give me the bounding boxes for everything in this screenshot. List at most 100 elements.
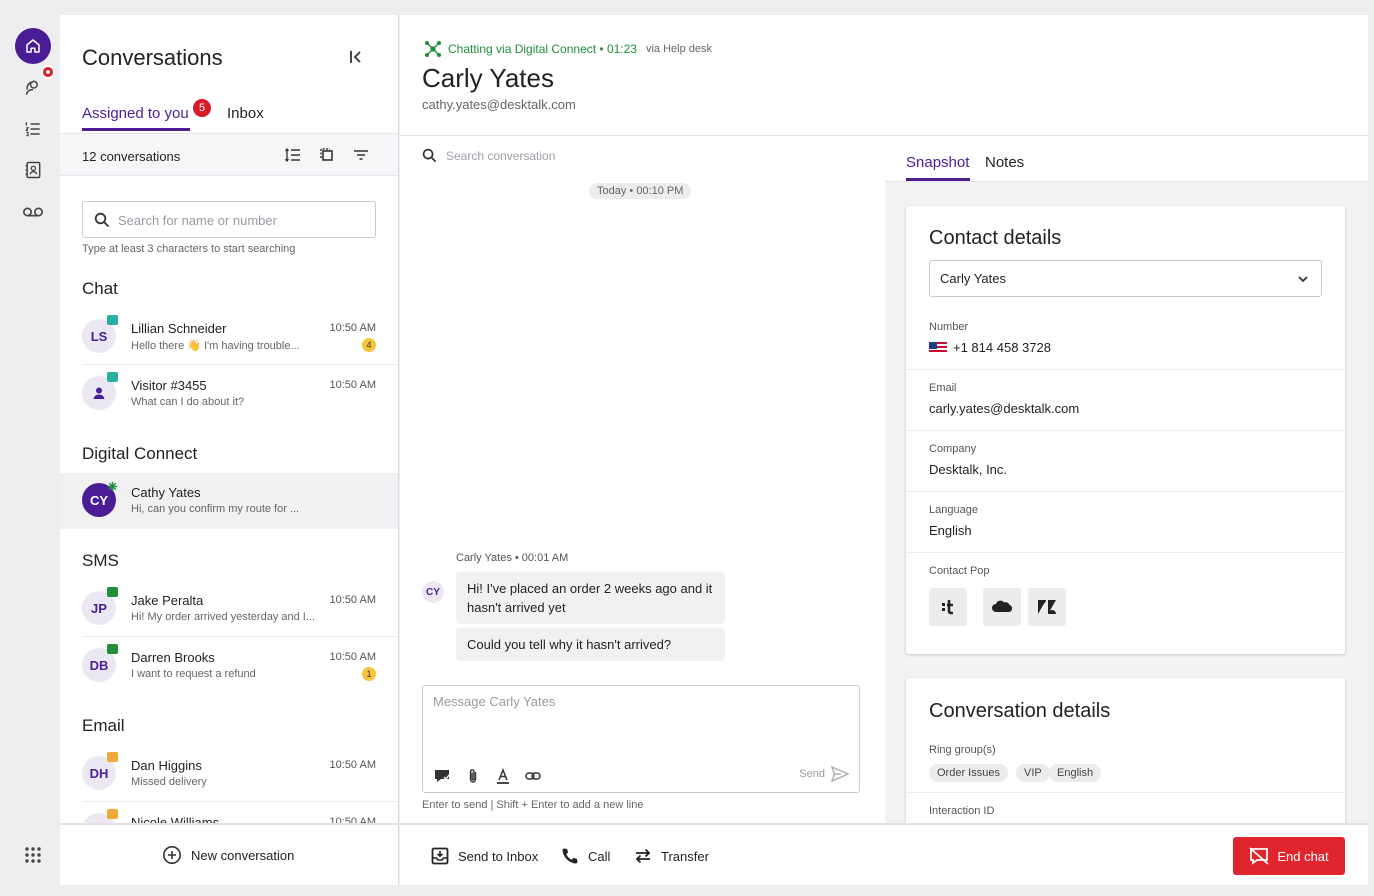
message-preview: Missed delivery <box>131 776 207 788</box>
send-to-inbox-label: Send to Inbox <box>458 848 539 864</box>
phone-icon <box>560 846 580 866</box>
contact-select[interactable]: Carly Yates <box>929 260 1322 297</box>
chevron-down-icon <box>1297 273 1309 285</box>
tab-snapshot[interactable]: Snapshot <box>906 154 969 171</box>
field-value: Desktalk, Inc. <box>929 462 1008 477</box>
transfer-button[interactable]: Transfer <box>633 846 709 866</box>
timestamp: 10:50 AM <box>329 594 376 606</box>
date-separator: Today • 00:10 PM <box>589 183 692 199</box>
zendesk-icon[interactable] <box>1028 588 1066 626</box>
timestamp: 10:50 AM <box>329 379 376 391</box>
active-tab-indicator <box>82 128 190 131</box>
conversation-view: Chatting via Digital Connect • 01:23 via… <box>400 15 1368 885</box>
search-icon <box>94 212 110 228</box>
active-tab-indicator <box>906 178 970 181</box>
section-title-email: Email <box>82 716 125 735</box>
message-bubble: Could you tell why it hasn't arrived? <box>456 628 725 661</box>
field-email: Email carly.yates@desktalk.com <box>906 370 1345 431</box>
timestamp: 10:50 AM <box>329 759 376 771</box>
filter-icon[interactable] <box>352 146 370 164</box>
contacts-icon[interactable] <box>15 152 51 188</box>
send-icon <box>831 766 849 782</box>
select-multiple-icon[interactable] <box>318 146 336 164</box>
notification-dot <box>41 65 55 79</box>
digital-connect-icon <box>424 40 442 58</box>
contact-name: Dan Higgins <box>131 758 202 773</box>
divider <box>82 364 398 365</box>
conversations-panel: Conversations Assigned to you 5 Inbox 12… <box>60 15 399 885</box>
queue-icon[interactable] <box>15 111 51 147</box>
new-conversation-label: New conversation <box>191 847 295 863</box>
divider <box>906 792 1345 793</box>
field-contact-pop: Contact Pop <box>906 553 1345 614</box>
field-label: Company <box>929 443 977 455</box>
send-to-inbox-button[interactable]: Send to Inbox <box>430 846 538 866</box>
voicemail-icon[interactable] <box>15 194 51 230</box>
talkdesk-icon[interactable] <box>929 588 967 626</box>
chat-source: via Help desk <box>645 43 713 55</box>
end-chat-label: End chat <box>1277 848 1329 864</box>
send-button[interactable]: Send <box>799 766 849 782</box>
conversation-row[interactable]: LS Lillian Schneider Hello there 👋 I'm h… <box>60 309 398 365</box>
conversations-toolbar: 12 conversations <box>60 133 398 176</box>
text-format-icon[interactable] <box>494 767 512 785</box>
section-title-digital-connect: Digital Connect <box>82 444 198 463</box>
message-meta: Carly Yates • 00:01 AM <box>456 552 569 564</box>
contact-name: Cathy Yates <box>131 485 201 500</box>
card-title: Contact details <box>929 227 1062 249</box>
field-label: Number <box>929 321 969 333</box>
phone-number: +1 814 458 3728 <box>953 340 1051 355</box>
search-conversation-input[interactable] <box>446 147 746 165</box>
contact-name: Visitor #3455 <box>131 378 207 393</box>
conversation-row[interactable]: Visitor #3455 What can I do about it? 10… <box>60 366 398 422</box>
contact-name: Lillian Schneider <box>131 321 227 336</box>
sms-channel-icon <box>107 644 118 654</box>
search-hint: Type at least 3 characters to start sear… <box>82 243 296 255</box>
message-avatar: CY <box>422 581 444 603</box>
conversation-row[interactable]: DB Darren Brooks I want to request a ref… <box>60 638 398 694</box>
link-icon[interactable] <box>524 767 542 785</box>
call-button[interactable]: Call <box>560 846 610 866</box>
inbox-icon <box>430 846 450 866</box>
call-label: Call <box>588 848 611 864</box>
end-chat-button[interactable]: End chat <box>1233 837 1345 875</box>
email-channel-icon <box>107 809 118 819</box>
collapse-panel-icon[interactable] <box>347 48 365 66</box>
conversation-row[interactable]: JP Jake Peralta Hi! My order arrived yes… <box>60 581 398 637</box>
chat-status: Chatting via Digital Connect • 01:23 via… <box>424 40 712 58</box>
chat-status-text: Chatting via Digital Connect • 01:23 <box>448 42 637 56</box>
salesforce-icon[interactable] <box>983 588 1021 626</box>
section-title-sms: SMS <box>82 551 119 570</box>
tab-assigned-to-you[interactable]: Assigned to you <box>82 105 189 122</box>
conversation-row[interactable]: DH Dan Higgins Missed delivery 10:50 AM <box>60 746 398 802</box>
send-label: Send <box>799 768 825 780</box>
action-bar: Send to Inbox Call Transfer End chat <box>400 823 1368 885</box>
left-rail <box>0 0 60 896</box>
sort-icon[interactable] <box>284 146 302 164</box>
add-circle-icon <box>162 845 182 865</box>
ring-groups-label: Ring group(s) <box>929 744 996 756</box>
digital-connect-icon <box>107 481 118 492</box>
apps-grid-icon[interactable] <box>15 837 51 873</box>
attachment-icon[interactable] <box>464 767 482 785</box>
ring-group-chip: English <box>1049 764 1102 782</box>
tab-notes[interactable]: Notes <box>985 154 1024 171</box>
divider <box>82 636 398 637</box>
canned-responses-icon[interactable] <box>433 767 451 785</box>
conversation-count: 12 conversations <box>82 149 181 164</box>
timestamp: 10:50 AM <box>329 651 376 663</box>
divider <box>82 801 398 802</box>
field-value[interactable]: +1 814 458 3728 <box>929 340 1051 355</box>
conversation-row-selected[interactable]: CY Cathy Yates Hi, can you confirm my ro… <box>60 473 398 529</box>
field-value: carly.yates@desktalk.com <box>929 401 1080 416</box>
field-label: Language <box>929 504 978 516</box>
tab-inbox[interactable]: Inbox <box>227 105 264 122</box>
message-preview: Hello there 👋 I'm having trouble... <box>131 340 300 352</box>
message-input[interactable] <box>433 694 848 754</box>
panel-title: Conversations <box>82 45 223 70</box>
search-input[interactable] <box>118 210 368 230</box>
new-conversation-button[interactable]: New conversation <box>162 845 294 865</box>
field-value: English <box>929 523 972 538</box>
interaction-id-label: Interaction ID <box>929 805 995 817</box>
home-icon[interactable] <box>15 28 51 64</box>
